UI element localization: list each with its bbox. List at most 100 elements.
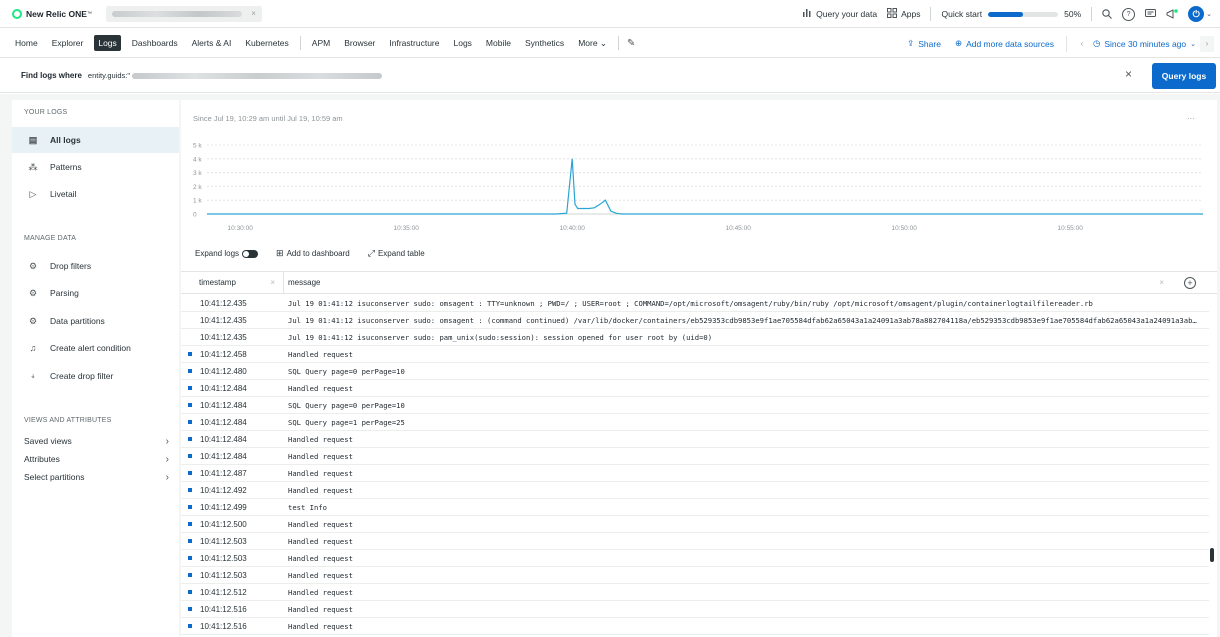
expand-logs-label: Expand logs (195, 249, 240, 258)
log-volume-chart[interactable]: 0 1 k 2 k 3 k 4 k 5 k 10:30:00 10:35:00 10:40:00… (181, 138, 1217, 236)
table-row[interactable]: 10:41:12.484 SQL Query page=0 perPage=10 (181, 397, 1209, 414)
table-row[interactable]: 10:41:12.499 test Info (181, 499, 1209, 516)
row-message: Handled request (288, 519, 353, 529)
column-header-message[interactable]: message × (284, 271, 1164, 294)
row-marker-icon (188, 403, 192, 407)
table-row[interactable]: 10:41:12.512 Handled request (181, 584, 1209, 601)
query-input[interactable]: entity.guids:" (88, 71, 383, 80)
table-row[interactable]: 10:41:12.435 Jul 19 01:41:12 isuconserver… (181, 312, 1209, 329)
sidebar-item-create-drop-filter[interactable]: ⍖ Create drop filter (12, 363, 179, 389)
nav-mobile[interactable]: Mobile (483, 35, 514, 51)
account-tab[interactable]: × (105, 5, 262, 22)
row-message: Handled request (288, 553, 353, 563)
megaphone-icon (1166, 9, 1178, 19)
query-your-data-button[interactable]: Query your data (802, 8, 877, 20)
x-tick-label: 10:30:00 (228, 225, 254, 232)
table-row[interactable]: 10:41:12.487 Handled request (181, 465, 1209, 482)
row-marker-icon (188, 556, 192, 560)
table-row[interactable]: 10:41:12.492 Handled request (181, 482, 1209, 499)
table-row[interactable]: 10:41:12.484 SQL Query page=1 perPage=25 (181, 414, 1209, 431)
expand-table-button[interactable]: ⤢ Expand table (368, 248, 425, 259)
edit-pencil-icon[interactable]: ✎ (627, 38, 635, 49)
nav-dashboards[interactable]: Dashboards (129, 35, 181, 51)
quick-start-button[interactable]: Quick start 50% (941, 9, 1081, 19)
expand-logs-toggle[interactable]: Expand logs (195, 249, 259, 258)
column-header-timestamp[interactable]: timestamp × (181, 271, 284, 294)
chart-more-menu-icon[interactable]: ··· (1187, 114, 1195, 123)
dashboard-add-icon: ⊞ (276, 248, 284, 258)
query-value-redacted (132, 72, 383, 79)
table-row[interactable]: 10:41:12.516 Handled request (181, 618, 1209, 635)
table-scrollbar[interactable] (1210, 548, 1214, 562)
chevron-down-icon[interactable]: ⌄ (1206, 10, 1212, 18)
sidebar-item-patterns[interactable]: ⁂ Patterns (12, 154, 179, 180)
nav-infrastructure[interactable]: Infrastructure (386, 35, 442, 51)
nav-logs-active[interactable]: Logs (94, 35, 121, 51)
sidebar-item-attributes[interactable]: Attributes › (24, 451, 169, 467)
row-timestamp: 10:41:12.512 (200, 587, 247, 597)
table-row[interactable]: 10:41:12.484 Handled request (181, 431, 1209, 448)
apps-button[interactable]: Apps (887, 7, 920, 21)
table-row[interactable]: 10:41:12.516 Handled request (181, 601, 1209, 618)
sidebar-item-create-alert-condition[interactable]: ♫ Create alert condition (12, 335, 179, 361)
query-logs-button[interactable]: Query logs (1152, 63, 1216, 89)
sidebar-item-select-partitions[interactable]: Select partitions › (24, 469, 169, 485)
share-button[interactable]: ⇪ Share (907, 38, 941, 49)
row-message: test Info (288, 502, 327, 512)
row-marker-icon (188, 454, 192, 458)
table-row[interactable]: 10:41:12.503 Handled request (181, 550, 1209, 567)
table-row[interactable]: 10:41:12.480 SQL Query page=0 perPage=10 (181, 363, 1209, 380)
nav-home[interactable]: Home (12, 35, 41, 51)
new-relic-logo[interactable]: New Relic ONE ™ (12, 8, 92, 19)
add-to-dashboard-button[interactable]: ⊞ Add to dashboard (276, 248, 350, 259)
gear-icon: ⚙ (28, 287, 38, 298)
row-message: Handled request (288, 570, 353, 580)
toggle-switch[interactable] (242, 249, 259, 258)
row-message: Handled request (288, 349, 353, 359)
help-icon[interactable]: ? (1122, 7, 1136, 21)
nav-alerts-ai[interactable]: Alerts & AI (189, 35, 235, 51)
add-column-icon[interactable]: + (1184, 277, 1196, 289)
sidebar-item-parsing[interactable]: ⚙ Parsing (12, 280, 179, 306)
sidebar-item-data-partitions[interactable]: ⚙ Data partitions (12, 308, 179, 334)
feedback-button[interactable] (1145, 9, 1157, 19)
time-range-label[interactable]: Since 30 minutes ago (1104, 39, 1186, 49)
clear-query-icon[interactable]: × (1125, 67, 1132, 81)
logs-main-panel: Since Jul 19, 10:29 am until Jul 19, 10:… (181, 100, 1217, 637)
chevron-down-icon[interactable]: ⌄ (1190, 40, 1196, 48)
nav-logs[interactable]: Logs (450, 35, 474, 51)
notifications-button[interactable] (1166, 9, 1178, 19)
account-name-redacted (111, 10, 242, 17)
sidebar-item-drop-filters[interactable]: ⚙ Drop filters (12, 253, 179, 279)
table-row[interactable]: 10:41:12.484 Handled request (181, 380, 1209, 397)
nav-browser[interactable]: Browser (341, 35, 378, 51)
sidebar-item-all-logs[interactable]: ▤ All logs (12, 127, 179, 153)
search-button[interactable] (1102, 9, 1113, 19)
table-row[interactable]: 10:41:12.435 Jul 19 01:41:12 isuconserver… (181, 295, 1209, 312)
table-row[interactable]: 10:41:12.503 Handled request (181, 567, 1209, 584)
remove-column-icon[interactable]: × (1159, 278, 1164, 287)
nav-kubernetes[interactable]: Kubernetes (242, 35, 291, 51)
nav-apm[interactable]: APM (309, 35, 333, 51)
table-row[interactable]: 10:41:12.503 Handled request (181, 533, 1209, 550)
row-marker-icon (188, 573, 192, 577)
table-row[interactable]: 10:41:12.484 Handled request (181, 448, 1209, 465)
time-next-chevron-icon[interactable]: › (1200, 35, 1214, 52)
patterns-icon: ⁂ (28, 161, 38, 172)
nav-explorer[interactable]: Explorer (49, 35, 87, 51)
nav-synthetics[interactable]: Synthetics (522, 35, 567, 51)
add-data-sources-button[interactable]: ⊕ Add more data sources (955, 38, 1054, 49)
table-row[interactable]: 10:41:12.435 Jul 19 01:41:12 isuconserver… (181, 329, 1209, 346)
close-tab-icon[interactable]: × (251, 9, 256, 18)
sidebar-item-label: Parsing (50, 288, 79, 298)
table-row[interactable]: 10:41:12.500 Handled request (181, 516, 1209, 533)
nav-divider (299, 36, 301, 50)
remove-column-icon[interactable]: × (270, 278, 275, 287)
table-row[interactable]: 10:41:12.458 Handled request (181, 346, 1209, 363)
user-power-icon[interactable]: ⏻ (1188, 6, 1205, 22)
nav-tabs: Home Explorer Logs Dashboards Alerts & A… (12, 35, 635, 52)
sidebar-item-saved-views[interactable]: Saved views › (24, 433, 169, 449)
time-prev-chevron-icon[interactable]: ‹ (1075, 36, 1089, 52)
sidebar-item-livetail[interactable]: ▷ Livetail (12, 181, 179, 207)
nav-more[interactable]: More ⌄ (575, 35, 610, 52)
